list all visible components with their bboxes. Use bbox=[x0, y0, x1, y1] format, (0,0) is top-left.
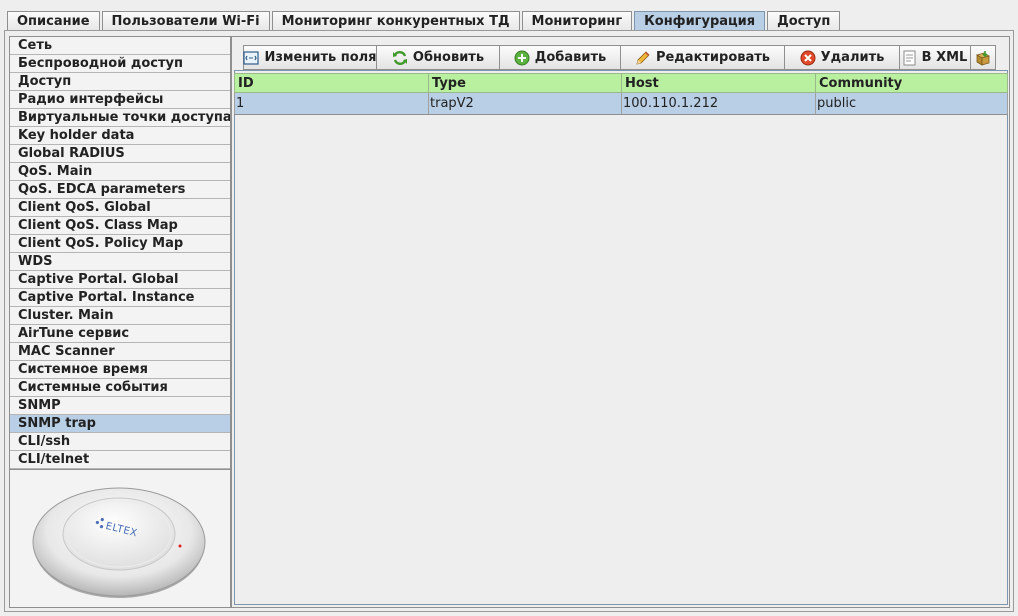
access-point-device-image: ELTEX bbox=[32, 487, 206, 598]
tab-configuration[interactable]: Конфигурация bbox=[634, 11, 766, 31]
add-button[interactable]: Добавить bbox=[499, 45, 621, 70]
cell-community: public bbox=[815, 92, 1008, 115]
add-label: Добавить bbox=[534, 50, 607, 65]
column-header-type[interactable]: Type bbox=[428, 73, 622, 93]
sidebar-item-access[interactable]: Доступ bbox=[10, 73, 230, 91]
cell-type: trapV2 bbox=[428, 92, 622, 115]
edit-button[interactable]: Редактировать bbox=[620, 45, 785, 70]
sidebar-item-cluster-main[interactable]: Cluster. Main bbox=[10, 307, 230, 325]
add-icon bbox=[514, 50, 530, 65]
sidebar-item-snmp[interactable]: SNMP bbox=[10, 397, 230, 415]
delete-label: Удалить bbox=[820, 50, 885, 65]
sidebar-item-client-qos-global[interactable]: Client QoS. Global bbox=[10, 199, 230, 217]
sidebar-item-qos-edca[interactable]: QoS. EDCA parameters bbox=[10, 181, 230, 199]
sidebar-item-wireless-access[interactable]: Беспроводной доступ bbox=[10, 55, 230, 73]
export-xml-button[interactable]: В XML bbox=[899, 45, 971, 70]
snmp-trap-table: ID Type Host Community 1 trapV2 100.110.… bbox=[234, 73, 1008, 115]
sidebar-item-system-time[interactable]: Системное время bbox=[10, 361, 230, 379]
table-panel bbox=[234, 70, 1008, 605]
tab-access[interactable]: Доступ bbox=[767, 11, 841, 31]
sidebar-item-qos-main[interactable]: QoS. Main bbox=[10, 163, 230, 181]
tab-monitoring[interactable]: Мониторинг bbox=[521, 11, 633, 31]
config-sidebar: Сеть Беспроводной доступ Доступ Радио ин… bbox=[9, 36, 231, 608]
table-row[interactable]: 1 trapV2 100.110.1.212 public bbox=[234, 92, 1008, 115]
column-header-host[interactable]: Host bbox=[621, 73, 816, 93]
sidebar-item-airtune[interactable]: AirTune сервис bbox=[10, 325, 230, 343]
pencil-icon bbox=[636, 50, 650, 65]
sidebar-item-system-events[interactable]: Системные события bbox=[10, 379, 230, 397]
cell-id: 1 bbox=[234, 92, 429, 115]
import-button[interactable] bbox=[970, 45, 996, 70]
sidebar-item-key-holder-data[interactable]: Key holder data bbox=[10, 127, 230, 145]
sidebar-item-client-qos-policy-map[interactable]: Client QoS. Policy Map bbox=[10, 235, 230, 253]
sidebar-item-radio-interfaces[interactable]: Радио интерфейсы bbox=[10, 91, 230, 109]
sidebar-item-snmp-trap[interactable]: SNMP trap bbox=[10, 415, 230, 433]
refresh-label: Обновить bbox=[412, 50, 485, 65]
sidebar-item-client-qos-class-map[interactable]: Client QoS. Class Map bbox=[10, 217, 230, 235]
cell-host: 100.110.1.212 bbox=[621, 92, 816, 115]
device-image-panel: ELTEX bbox=[10, 469, 230, 607]
package-icon bbox=[976, 50, 990, 66]
top-tab-bar: Описание Пользователи Wi-Fi Мониторинг к… bbox=[7, 11, 842, 31]
sidebar-item-wds[interactable]: WDS bbox=[10, 253, 230, 271]
sidebar-item-cli-ssh[interactable]: CLI/ssh bbox=[10, 433, 230, 451]
change-fields-label: Изменить поля bbox=[264, 50, 377, 65]
column-header-community[interactable]: Community bbox=[815, 73, 1008, 93]
sidebar-item-virtual-aps[interactable]: Виртуальные точки доступа bbox=[10, 109, 230, 127]
tab-description[interactable]: Описание bbox=[7, 11, 100, 31]
sidebar-item-global-radius[interactable]: Global RADIUS bbox=[10, 145, 230, 163]
refresh-icon bbox=[392, 50, 407, 65]
table-header-row: ID Type Host Community bbox=[234, 73, 1008, 93]
sidebar-item-mac-scanner[interactable]: MAC Scanner bbox=[10, 343, 230, 361]
change-fields-icon bbox=[243, 50, 260, 65]
xml-file-icon bbox=[903, 50, 916, 65]
toolbar: Изменить поля Обновить Добавить Редактир… bbox=[243, 45, 996, 70]
export-xml-label: В XML bbox=[921, 50, 968, 65]
sidebar-item-captive-portal-instance[interactable]: Captive Portal. Instance bbox=[10, 289, 230, 307]
change-fields-button[interactable]: Изменить поля bbox=[243, 45, 377, 70]
content-panel: Изменить поля Обновить Добавить Редактир… bbox=[231, 36, 1010, 608]
edit-label: Редактировать bbox=[655, 50, 771, 65]
delete-button[interactable]: Удалить bbox=[784, 45, 900, 70]
sidebar-item-cli-telnet[interactable]: CLI/telnet bbox=[10, 451, 230, 469]
tab-wifi-users[interactable]: Пользователи Wi-Fi bbox=[101, 11, 270, 31]
column-header-id[interactable]: ID bbox=[234, 73, 429, 93]
delete-icon bbox=[800, 50, 816, 65]
sidebar-item-network[interactable]: Сеть bbox=[10, 37, 230, 55]
refresh-button[interactable]: Обновить bbox=[376, 45, 500, 70]
tab-competitor-ap-monitoring[interactable]: Мониторинг конкурентных ТД bbox=[271, 11, 520, 31]
sidebar-item-captive-portal-global[interactable]: Captive Portal. Global bbox=[10, 271, 230, 289]
